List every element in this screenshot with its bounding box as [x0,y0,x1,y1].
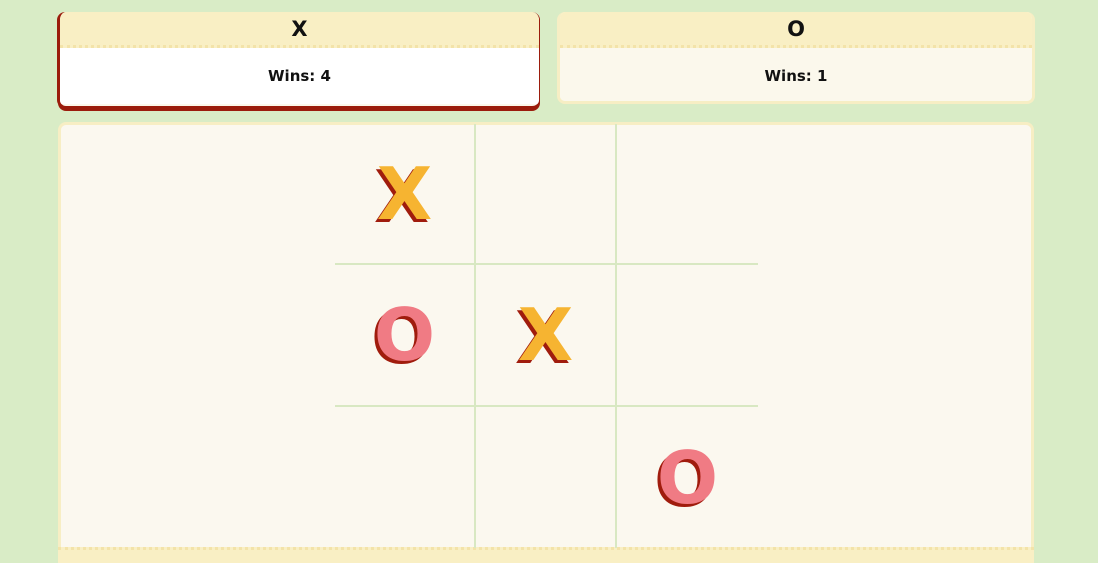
player-symbol: O [560,12,1032,48]
player-wins: Wins: 4 [60,48,539,104]
board-cell[interactable] [476,124,617,265]
player-card-x: X Wins: 4 [58,12,540,108]
board-cell[interactable]: X [476,265,617,407]
cell-mark: O [656,435,719,520]
board-cell[interactable] [617,265,758,407]
board-cell[interactable]: X [335,124,476,265]
board-footer [58,547,1034,563]
board-cell[interactable] [335,407,476,548]
board-cell[interactable] [476,407,617,548]
cell-mark: X [376,151,433,236]
game-board: X O X O [335,124,758,548]
player-symbol: X [60,12,539,48]
cell-mark: X [517,293,574,377]
board-cell[interactable]: O [335,265,476,407]
cell-mark: O [373,293,436,377]
board-cell[interactable] [617,124,758,265]
player-wins: Wins: 1 [560,48,1032,101]
player-card-o: O Wins: 1 [557,12,1035,104]
board-cell[interactable]: O [617,407,758,548]
